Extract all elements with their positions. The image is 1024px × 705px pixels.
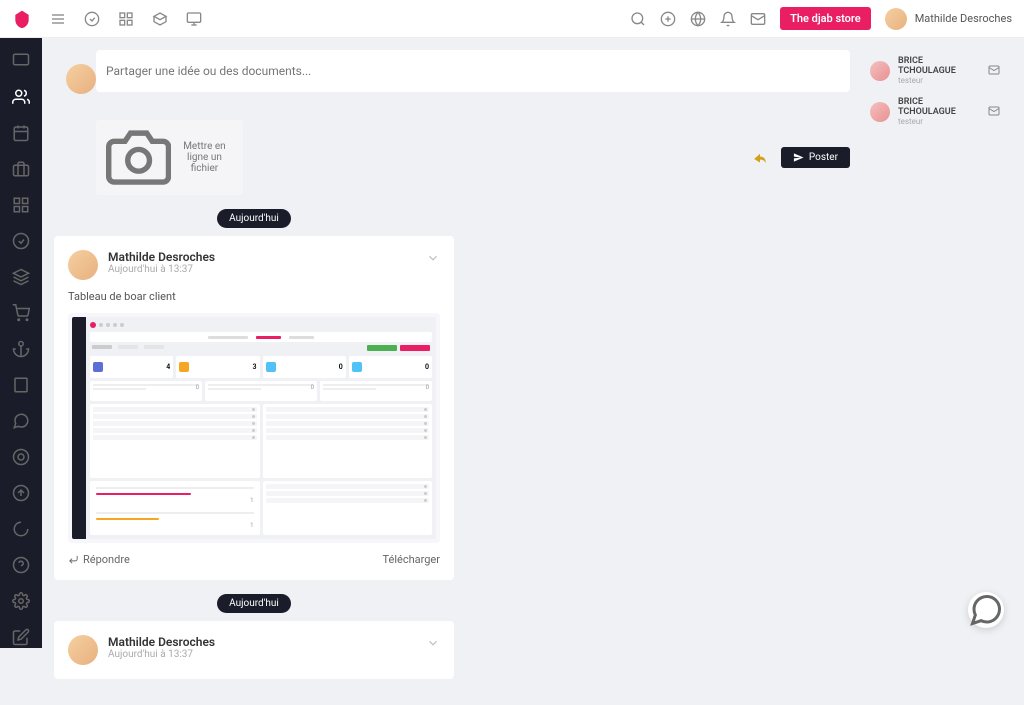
sidebar-users-icon[interactable]	[12, 88, 30, 106]
compose-actions: Mettre en ligne un fichier Poster	[96, 120, 850, 195]
post-avatar	[68, 250, 98, 280]
sidebar-lifebuoy-icon[interactable]	[12, 448, 30, 466]
sidebar-grid-icon[interactable]	[12, 196, 30, 214]
compose-box	[96, 50, 850, 92]
upload-label: Mettre en ligne un fichier	[176, 141, 232, 174]
main-content: Mettre en ligne un fichier Poster Aujour…	[42, 38, 1024, 705]
sidebar-edit-icon[interactable]	[12, 628, 30, 646]
day-pill: Aujourd'hui	[217, 594, 291, 613]
post-menu-button[interactable]	[426, 635, 440, 654]
mail-icon	[988, 105, 1000, 117]
compose-avatar	[66, 64, 96, 94]
mail-icon[interactable]	[750, 11, 766, 27]
post-card: Mathilde Desroches Aujourd'hui à 13:37	[54, 621, 454, 679]
monitor-icon[interactable]	[186, 11, 202, 27]
avatar	[885, 8, 907, 30]
contact-name: BRICE TCHOULAGUE	[898, 56, 980, 76]
chat-fab[interactable]	[968, 592, 1004, 628]
contact-role: testeur	[898, 76, 980, 85]
sidebar-monitor-icon[interactable]	[12, 52, 30, 70]
compose-input[interactable]	[106, 60, 840, 82]
sidebar-check-icon[interactable]	[12, 232, 30, 250]
menu-icon[interactable]	[50, 11, 66, 27]
post-label: Poster	[809, 152, 838, 163]
post-author: Mathilde Desroches	[108, 250, 416, 264]
send-icon	[793, 152, 804, 163]
reply-button[interactable]: Répondre	[68, 553, 130, 566]
sidebar-book-icon[interactable]	[12, 376, 30, 394]
contact-name: BRICE TCHOULAGUE	[898, 97, 980, 117]
sidebar	[0, 38, 42, 648]
sidebar-layers-icon[interactable]	[12, 268, 30, 286]
post-author: Mathilde Desroches	[108, 635, 416, 649]
apps-icon[interactable]	[118, 11, 134, 27]
dashboard-preview: 4 3 0 0 0 0 0	[72, 317, 436, 539]
post-text: Tableau de boar client	[68, 290, 440, 303]
chat-icon	[968, 592, 1004, 628]
sidebar-cart-icon[interactable]	[12, 304, 30, 322]
contact-mail-button[interactable]	[988, 61, 1000, 80]
download-label: Télécharger	[382, 553, 440, 566]
topbar: The djab store Mathilde Desroches	[0, 0, 1024, 38]
post-attachment[interactable]: 4 3 0 0 0 0 0	[68, 313, 440, 543]
day-divider: Aujourd'hui	[54, 209, 454, 228]
mail-icon	[988, 64, 1000, 76]
sidebar-chart-icon[interactable]	[12, 520, 30, 538]
post-card: Mathilde Desroches Aujourd'hui à 13:37 T…	[54, 236, 454, 580]
day-divider: Aujourd'hui	[54, 594, 454, 613]
reply-icon	[68, 553, 79, 566]
chevron-down-icon	[426, 636, 440, 650]
user-name-label: Mathilde Desroches	[915, 12, 1012, 25]
attachment-icon[interactable]	[753, 151, 767, 165]
logo-icon[interactable]	[12, 9, 32, 29]
contact-item[interactable]: BRICE TCHOULAGUE testeur	[870, 50, 1000, 91]
post-avatar	[68, 635, 98, 665]
user-menu[interactable]: Mathilde Desroches	[885, 8, 1012, 30]
globe-icon[interactable]	[690, 11, 706, 27]
sidebar-calendar-icon[interactable]	[12, 124, 30, 142]
topbar-left-icons	[50, 11, 202, 27]
topbar-right: The djab store Mathilde Desroches	[630, 7, 1012, 30]
post-time: Aujourd'hui à 13:37	[108, 264, 416, 275]
upload-file-button[interactable]: Mettre en ligne un fichier	[96, 120, 243, 195]
sidebar-chat-icon[interactable]	[12, 412, 30, 430]
check-circle-icon[interactable]	[84, 11, 100, 27]
search-icon[interactable]	[630, 11, 646, 27]
feed-column: Mettre en ligne un fichier Poster Aujour…	[42, 38, 862, 705]
sidebar-help-icon[interactable]	[12, 556, 30, 574]
contact-mail-button[interactable]	[988, 102, 1000, 121]
store-button[interactable]: The djab store	[780, 7, 871, 30]
sidebar-settings-icon[interactable]	[12, 592, 30, 610]
download-button[interactable]: Télécharger	[382, 553, 440, 566]
sidebar-upload-icon[interactable]	[12, 484, 30, 502]
sidebar-anchor-icon[interactable]	[12, 340, 30, 358]
post-button[interactable]: Poster	[781, 147, 850, 168]
bell-icon[interactable]	[720, 11, 736, 27]
post-menu-button[interactable]	[426, 250, 440, 269]
sidebar-briefcase-icon[interactable]	[12, 160, 30, 178]
contact-item[interactable]: BRICE TCHOULAGUE testeur	[870, 91, 1000, 132]
day-pill: Aujourd'hui	[217, 209, 291, 228]
post-time: Aujourd'hui à 13:37	[108, 649, 416, 660]
camera-icon	[106, 125, 171, 190]
contact-avatar	[870, 102, 890, 122]
contact-avatar	[870, 61, 890, 81]
plus-circle-icon[interactable]	[660, 11, 676, 27]
package-icon[interactable]	[152, 11, 168, 27]
chevron-down-icon	[426, 251, 440, 265]
contact-role: testeur	[898, 117, 980, 126]
reply-label: Répondre	[83, 553, 130, 566]
